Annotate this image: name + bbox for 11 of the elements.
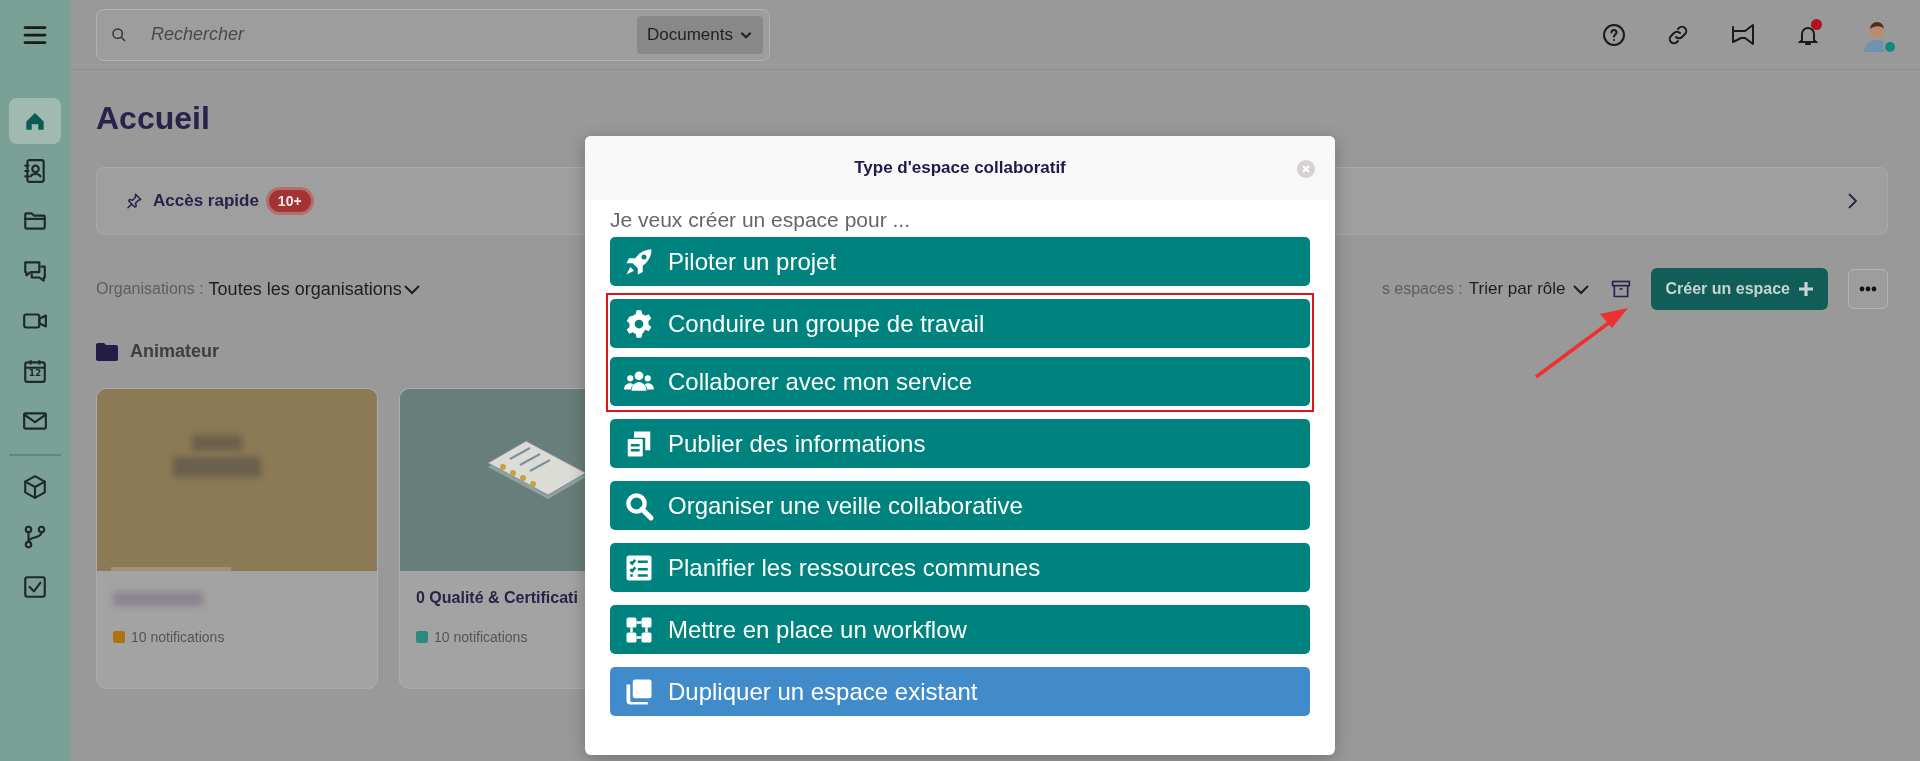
section-title: Animateur — [130, 341, 219, 362]
dialog-prompt: Je veux créer un espace pour ... — [610, 208, 911, 232]
page-title: Accueil — [96, 100, 211, 137]
sort-label: s espaces : — [1381, 280, 1463, 298]
filter-label: Organisations : — [96, 280, 204, 298]
notification-count: 10 notifications — [434, 629, 528, 645]
dialog-title: Type d'espace collaboratif — [854, 158, 1066, 178]
quick-access-label: Accès rapide — [153, 191, 259, 211]
notification-count: 10 notifications — [131, 629, 225, 645]
card-title: 0 Qualité & Certificati — [416, 589, 579, 608]
count-badge: 10+ — [268, 190, 311, 212]
